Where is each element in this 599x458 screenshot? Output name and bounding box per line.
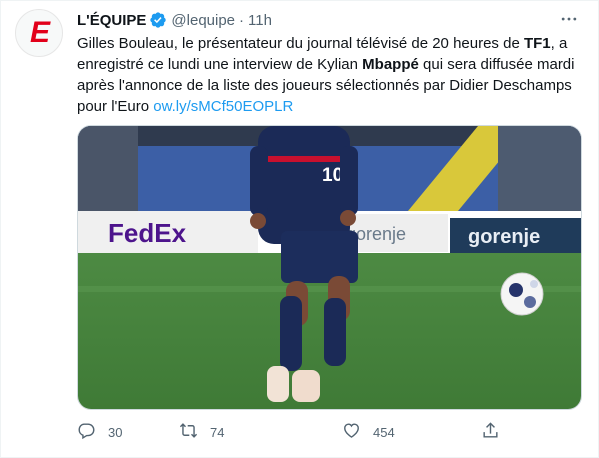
tweet-header: L'ÉQUIPE @lequipe · 11h [77, 10, 272, 30]
separator-dot: · [239, 11, 245, 29]
tweet-text: Gilles Bouleau, le présentateur du journ… [77, 33, 582, 117]
football [500, 272, 544, 316]
avatar-logo: E [29, 16, 50, 49]
tweet-actions: 30 74 454 [77, 421, 517, 443]
tweet-time[interactable]: 11h [248, 12, 272, 29]
retweet-count: 74 [210, 424, 225, 440]
reply-count: 30 [108, 424, 123, 440]
tweet-media-photo[interactable]: FedEx gorenje gorenje 10 [77, 125, 582, 410]
jersey-number: 10 [322, 165, 343, 186]
text-part-bold: TF1 [523, 35, 551, 52]
verified-badge-icon [149, 11, 167, 29]
retweet-icon [179, 421, 198, 443]
like-button[interactable]: 454 [342, 421, 395, 443]
share-button[interactable] [481, 421, 500, 443]
avatar[interactable]: E [15, 9, 63, 57]
tweet-link[interactable]: ow.ly/sMCf50EOPLR [153, 98, 293, 115]
text-part: Gilles Bouleau, le présentateur du journ… [77, 35, 524, 52]
account-name[interactable]: L'ÉQUIPE [77, 12, 146, 29]
reply-icon [77, 421, 96, 443]
more-icon[interactable] [558, 9, 580, 29]
share-icon [481, 421, 500, 443]
text-part-bold: Mbappé [362, 56, 419, 73]
reply-button[interactable]: 30 [77, 421, 122, 443]
account-handle[interactable]: @lequipe [171, 12, 235, 29]
retweet-button[interactable]: 74 [179, 421, 224, 443]
photo-illustration: FedEx gorenje gorenje 10 [78, 126, 581, 409]
like-count: 454 [373, 424, 395, 440]
heart-icon [342, 421, 361, 443]
tweet-card[interactable]: E L'ÉQUIPE @lequipe · 11h Gilles Bouleau… [0, 0, 599, 458]
ad-board-brand: gorenje [468, 226, 540, 248]
ad-board-brand: FedEx [108, 218, 187, 248]
